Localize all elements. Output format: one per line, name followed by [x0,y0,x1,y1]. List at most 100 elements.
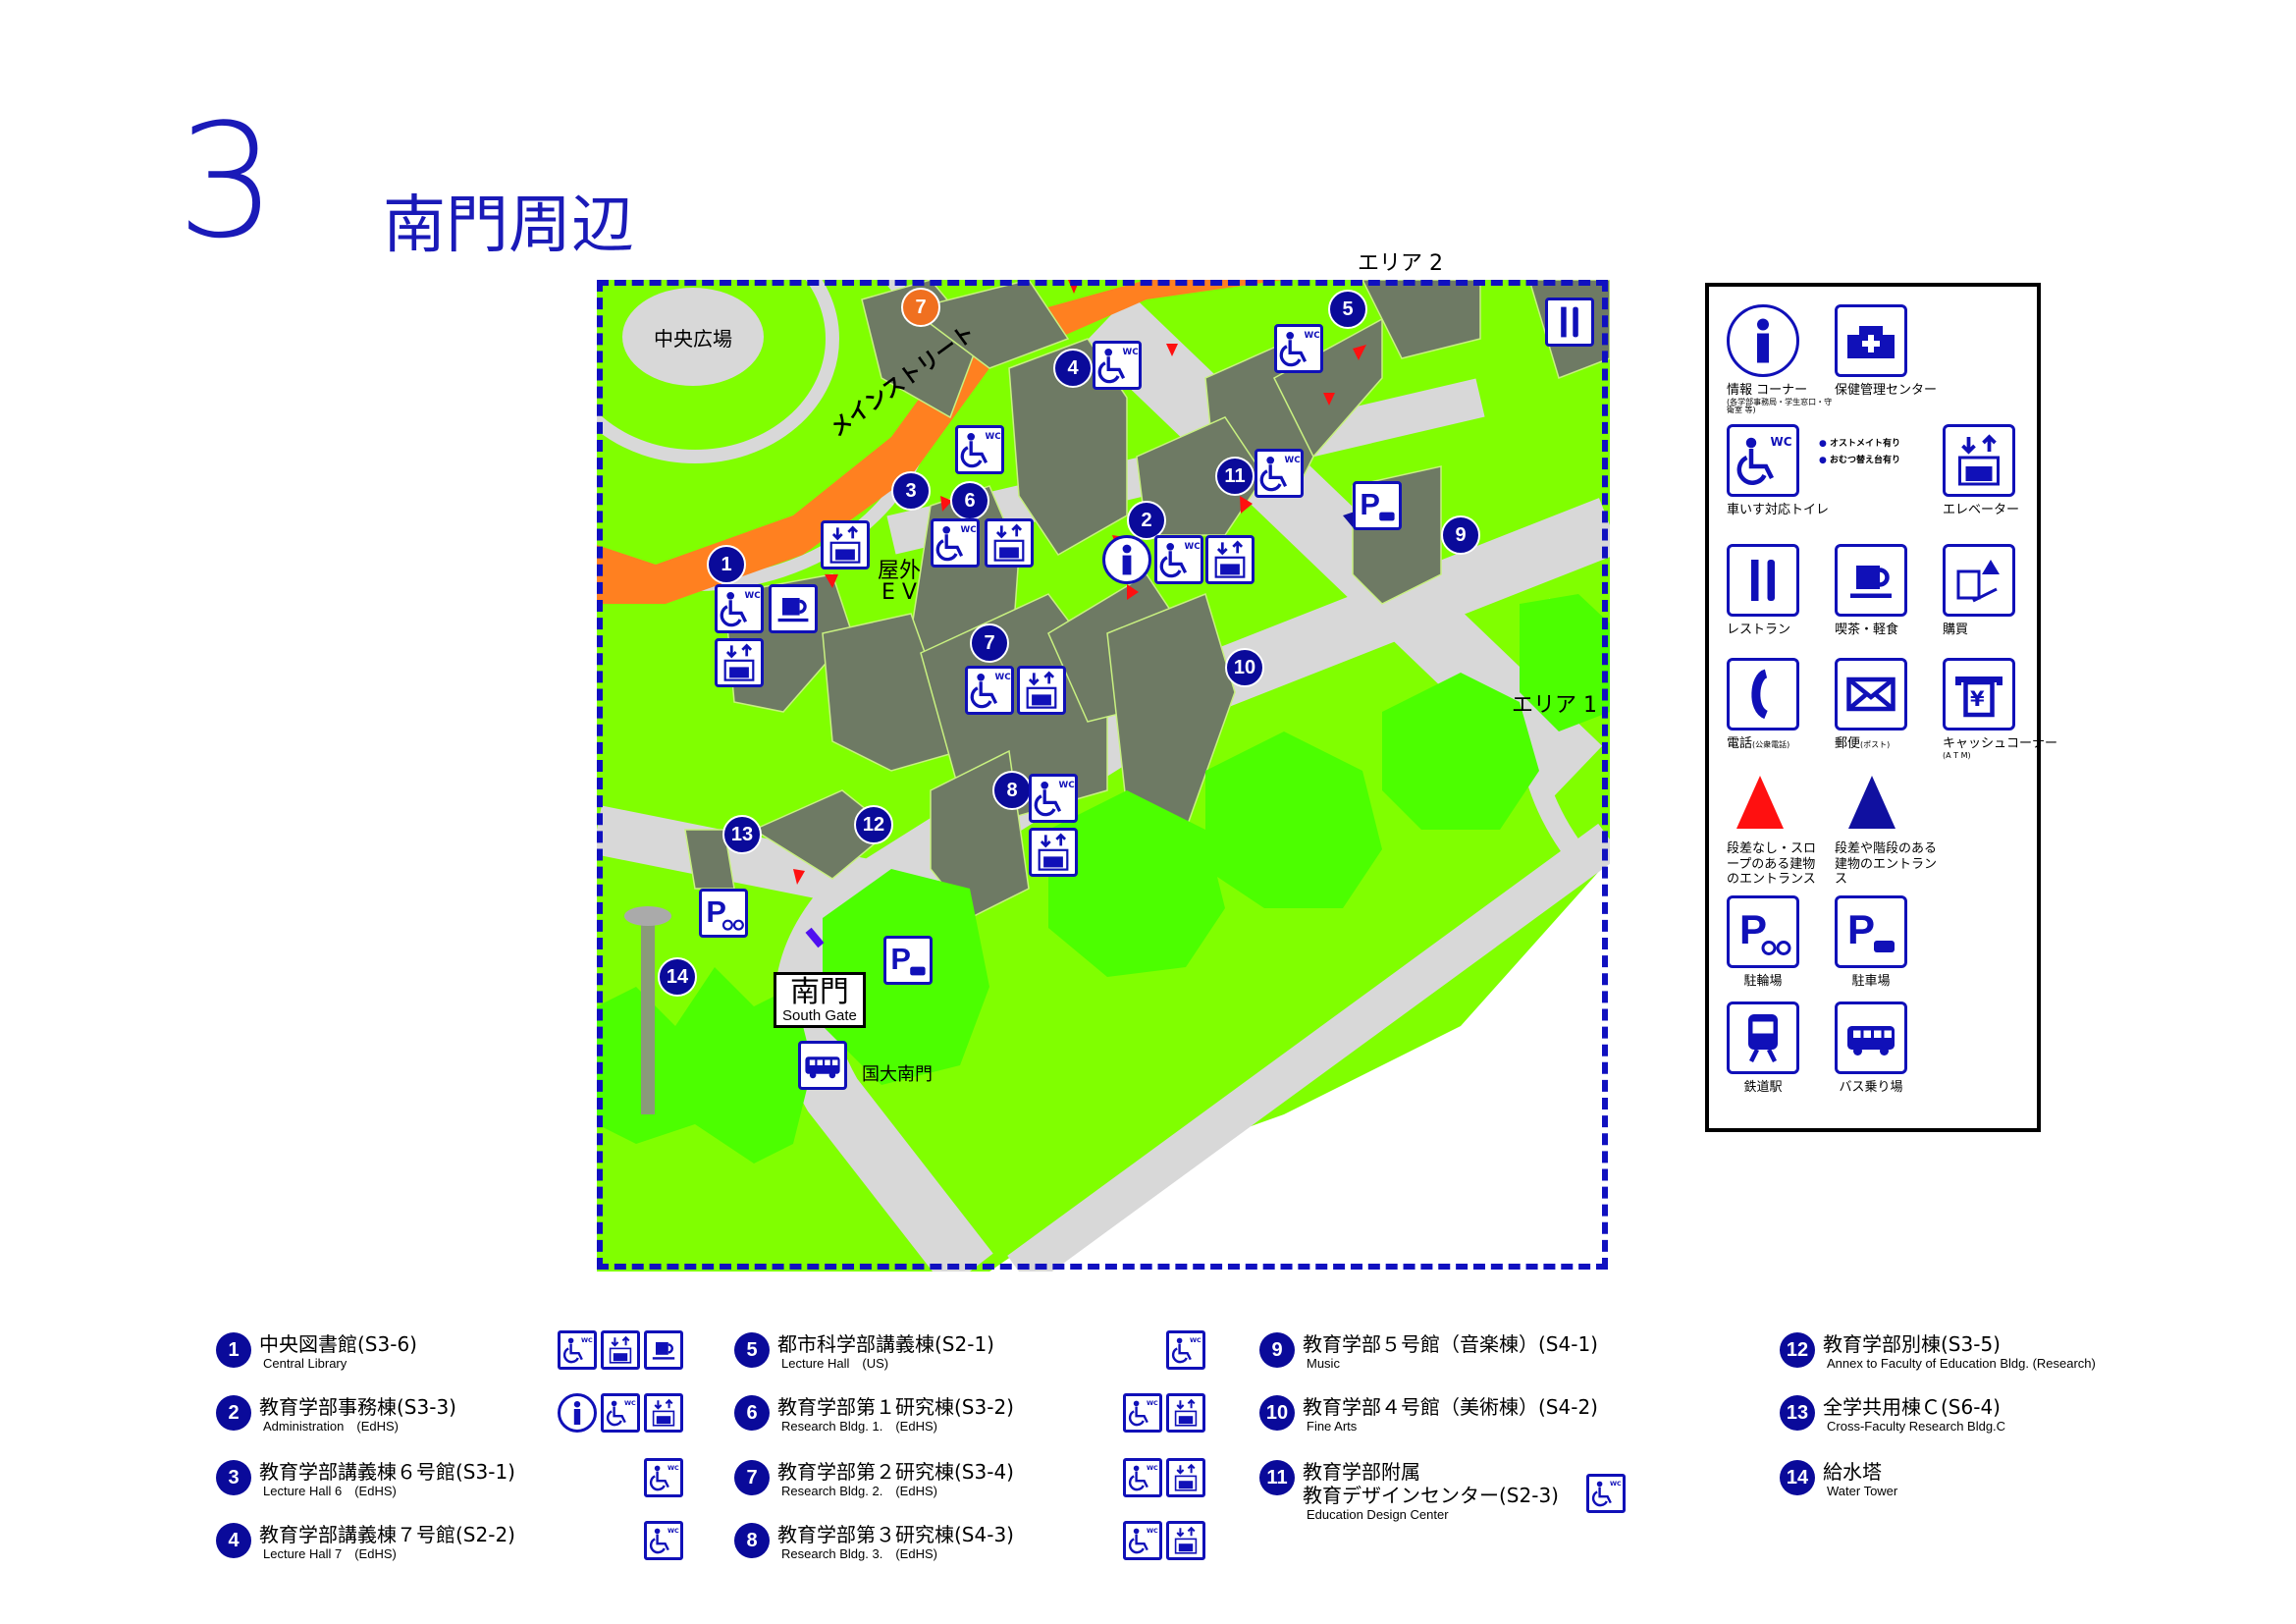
legend-label: 車いす対応トイレ [1727,503,1830,517]
building-text: 教育学部講義棟６号館(S3-1) Lecture Hall 6 (EdHS) [259,1460,515,1499]
building-name-en: Water Tower [1827,1484,1898,1498]
building-list-item: 6 教育学部第１研究棟(S3-2) Research Bldg. 1. (EdHS) [734,1395,1014,1435]
legend-label: 情報 コーナー [1727,383,1808,398]
accessible-toilet-icon: WC [1123,1521,1162,1560]
accessible-toilet-icon: WC [1123,1393,1162,1433]
building-list-item: 8 教育学部第３研究棟(S4-3) Research Bldg. 3. (EdHS) [734,1523,1014,1562]
building-number-badge: 6 [734,1395,770,1431]
building-text: 全学共用棟Ｃ(S6-4) Cross-Faculty Research Bldg.… [1823,1395,2005,1435]
building-list-item: 3 教育学部講義棟６号館(S3-1) Lecture Hall 6 (EdHS) [216,1460,515,1499]
legend-label: 段差や階段のある建物のエントランス [1835,841,1938,888]
legend-elevator: エレベーター [1943,424,2051,518]
building-number-badge: 8 [734,1523,770,1558]
building-name-jp: 都市科学部講義棟(S2-1) [777,1332,994,1356]
building-list-item: 1 中央図書館(S3-6) Central Library [216,1332,417,1372]
legend-label: 電話 [1727,736,1753,751]
building-facility-icons: WC [1123,1393,1205,1433]
building-number-badge: 9 [1259,1332,1295,1368]
building-number-badge: 12 [1780,1332,1815,1368]
building-name-en: Administration (EdHS) [263,1419,399,1434]
building-name-jp: 教育学部第３研究棟(S4-3) [777,1523,1014,1546]
bicycle-parking-icon: P [1727,895,1799,968]
legend-shop: 購買 [1943,544,2051,638]
building-facility-icons: WC [1166,1330,1205,1370]
legend-label: バス乗り場 [1839,1080,1903,1095]
page-title: 南門周辺 [383,189,634,262]
phone-icon [1727,658,1799,731]
legend-bus: バス乗り場 [1835,1001,1943,1096]
building-name-en: Cross-Faculty Research Bldg.C [1827,1419,2006,1434]
svg-text:WC: WC [1190,1336,1201,1344]
building-name-en: Annex to Faculty of Education Bldg. (Res… [1827,1356,2096,1371]
elevator-icon [1166,1521,1205,1560]
legend-sublabel: (ポスト) [1860,740,1891,749]
legend-label: キャッシュコーナー [1943,736,2058,751]
restaurant-icon [1727,544,1799,617]
building-facility-icons: WC [558,1330,683,1370]
cafe-icon [644,1330,683,1370]
shop-icon [1943,544,2015,617]
elevator-icon [1943,424,2015,497]
building-text: 教育学部事務棟(S3-3) Administration (EdHS) [259,1395,456,1435]
ostomate-note: ● オストメイト有り [1819,436,1900,453]
legend-car-parking: P 駐車場 [1835,895,1943,990]
page-number: 3 [177,89,277,273]
accessible-toilet-icon: WC [1727,424,1799,497]
building-list-item: 14 給水塔 Water Tower [1780,1460,1897,1499]
building-name-en: Lecture Hall 6 (EdHS) [263,1484,397,1498]
building-text: 教育学部５号館（音楽棟）(S4-1) Music [1303,1332,1598,1372]
elevator-icon [601,1330,640,1370]
legend-label: エレベーター [1943,503,2020,517]
building-list-item: 13 全学共用棟Ｃ(S6-4) Cross-Faculty Research Bld… [1780,1395,2005,1435]
info-icon [558,1393,597,1433]
health-center-icon [1835,304,1907,377]
legend-info: 情報 コーナー (各学部事務局・学生窓口・守衛室 等) [1727,304,1835,415]
building-name-en: Research Bldg. 2. (EdHS) [781,1484,937,1498]
building-text: 教育学部附属 教育デザインセンター(S2-3) Education Design C… [1303,1460,1559,1523]
svg-text:¥: ¥ [1970,687,1985,711]
area-2-label: エリア 2 [1358,251,1443,276]
building-name-jp: 教育学部４号館（美術棟）(S4-2) [1303,1395,1598,1419]
red-triangle-icon [1736,776,1784,829]
building-name-en: Fine Arts [1307,1419,1358,1434]
building-name-en: Lecture Hall 7 (EdHS) [263,1546,397,1561]
legend-label: 駐車場 [1851,974,1891,989]
building-name-jp: 教育学部附属 [1303,1460,1420,1484]
building-name-jp-line2: 教育デザインセンター(S2-3) [1303,1484,1559,1507]
pictogram-legend: 情報 コーナー (各学部事務局・学生窓口・守衛室 等) 保健管理センター WC … [1705,283,2057,1132]
building-number-badge: 7 [734,1460,770,1495]
building-name-jp: 教育学部事務棟(S3-3) [259,1395,456,1419]
svg-text:WC: WC [581,1336,593,1344]
building-facility-icons: WC [1586,1474,1626,1513]
building-number-badge: 10 [1259,1395,1295,1431]
car-parking-icon: P [1835,895,1907,968]
legend-sublabel: (A T M) [1943,750,1971,760]
ostomate-label: オストメイト有り [1830,439,1901,449]
building-number-badge: 5 [734,1332,770,1368]
building-list-item: 11 教育学部附属 教育デザインセンター(S2-3) Education Design… [1259,1460,1559,1523]
building-text: 教育学部４号館（美術棟）(S4-2) Fine Arts [1303,1395,1598,1435]
building-facility-icons: WC [1123,1521,1205,1560]
building-name-jp: 教育学部５号館（音楽棟）(S4-1) [1303,1332,1598,1356]
mail-icon [1835,658,1907,731]
building-name-en: Research Bldg. 3. (EdHS) [781,1546,937,1561]
legend-label: 購買 [1943,623,1969,637]
legend-label: レストラン [1727,623,1791,637]
svg-text:WC: WC [624,1399,636,1407]
ostomate-icon: ● [1819,439,1827,449]
accessible-toilet-icon: WC [644,1458,683,1497]
legend-label: 駐輪場 [1743,974,1783,989]
building-name-jp: 教育学部第２研究棟(S3-4) [777,1460,1014,1484]
legend-label: 郵便 [1835,736,1861,751]
map-area-border [597,280,1608,1270]
legend-restaurant: レストラン [1727,544,1835,638]
legend-bicycle-parking: P 駐輪場 [1727,895,1835,990]
legend-mail: 郵便(ポスト) [1835,658,1943,752]
atm-icon: ¥ [1943,658,2015,731]
area-1-label: エリア 1 [1512,693,1597,718]
legend-stepped-entrance: 段差や階段のある建物のエントランス [1835,773,1952,888]
svg-text:WC: WC [1610,1480,1622,1488]
diaper-icon: ● [1819,456,1827,466]
building-text: 教育学部別棟(S3-5) Annex to Faculty of Educatio… [1823,1332,2096,1372]
legend-label: 喫茶・軽食 [1835,623,1899,637]
